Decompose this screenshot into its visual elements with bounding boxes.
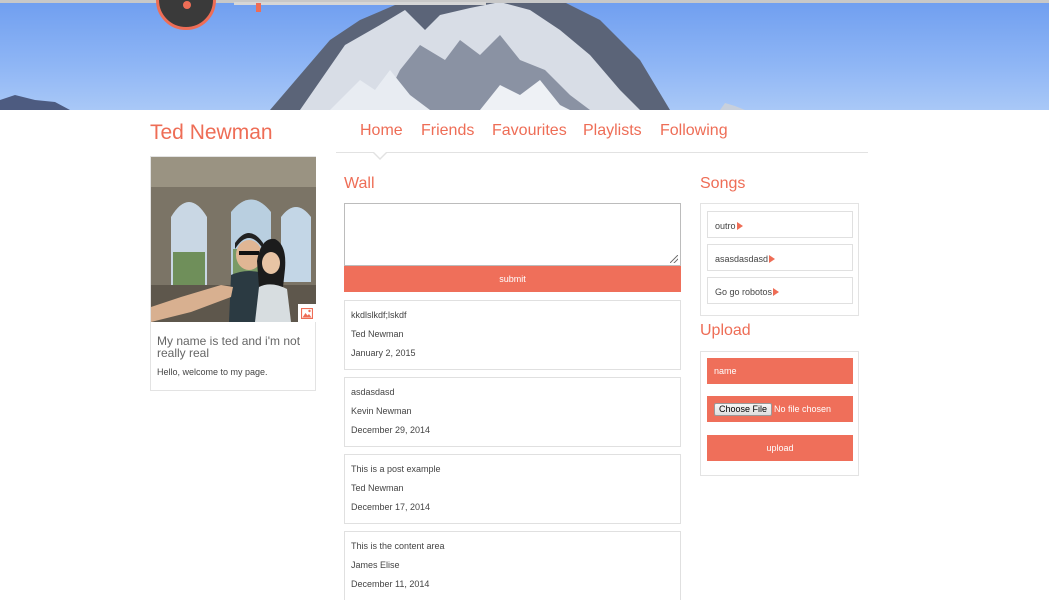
post-date: December 17, 2014 [351, 502, 431, 512]
song-item[interactable]: asasdasdasd [707, 244, 853, 271]
post-author[interactable]: James Elise [351, 560, 400, 570]
post-author[interactable]: Ted Newman [351, 329, 404, 339]
file-picker: Choose File No file chosen [707, 396, 853, 422]
tab-playlists[interactable]: Playlists [583, 122, 642, 140]
main-nav: Home Friends Favourites Playlists Follow… [336, 121, 868, 153]
wall-post: asdasdasd Kevin Newman December 29, 2014 [344, 377, 681, 447]
image-icon[interactable] [298, 304, 316, 322]
post-content: kkdlslkdf;lskdf [351, 310, 407, 320]
profile-photo [151, 157, 316, 322]
resize-grip-icon[interactable] [670, 255, 678, 263]
post-content: This is the content area [351, 541, 445, 551]
upload-form: Choose File No file chosen upload [700, 351, 859, 476]
tab-friends[interactable]: Friends [421, 122, 474, 140]
play-icon[interactable] [736, 221, 743, 230]
post-content: This is a post example [351, 464, 441, 474]
post-author[interactable]: Kevin Newman [351, 406, 412, 416]
post-content: asdasdasd [351, 387, 395, 397]
tab-home[interactable]: Home [360, 122, 403, 140]
wall-post: kkdlslkdf;lskdf Ted Newman January 2, 20… [344, 300, 681, 370]
song-title: asasdasdasd [715, 254, 769, 264]
post-date: December 11, 2014 [351, 579, 430, 589]
post-author[interactable]: Ted Newman [351, 483, 404, 493]
progress-handle[interactable] [256, 3, 261, 12]
progress-track[interactable] [234, 2, 486, 5]
wall-title: Wall [344, 175, 375, 192]
song-title: outro [715, 221, 736, 231]
mountain-banner-image [0, 0, 745, 110]
wall-post: This is a post example Ted Newman Decemb… [344, 454, 681, 524]
upload-button[interactable]: upload [707, 435, 853, 461]
post-date: January 2, 2015 [351, 348, 416, 358]
tab-following[interactable]: Following [660, 122, 728, 140]
tab-favourites[interactable]: Favourites [492, 122, 567, 140]
song-title: Go go robotos [715, 287, 773, 297]
play-icon[interactable] [769, 254, 776, 263]
post-date: December 29, 2014 [351, 425, 431, 435]
song-name-input[interactable] [707, 358, 853, 384]
song-item[interactable]: outro [707, 211, 853, 238]
song-item[interactable]: Go go robotos [707, 277, 853, 304]
choose-file-button[interactable]: Choose File [714, 403, 773, 416]
play-icon[interactable] [773, 287, 780, 296]
wall-post-input[interactable] [344, 203, 681, 266]
file-status: No file chosen [774, 404, 832, 414]
profile-card: My name is ted and i'm not really real H… [150, 156, 316, 391]
active-tab-indicator [372, 151, 388, 160]
upload-title: Upload [700, 322, 751, 339]
wall-post: This is the content area James Elise Dec… [344, 531, 681, 600]
header-banner [0, 0, 1049, 110]
songs-list: outro asasdasdasd Go go robotos [700, 203, 859, 316]
songs-title: Songs [700, 175, 746, 192]
profile-name: Ted Newman [150, 121, 273, 144]
submit-button[interactable]: submit [344, 266, 681, 292]
profile-welcome: Hello, welcome to my page. [157, 367, 268, 377]
song-name-field [707, 358, 853, 384]
profile-bio: My name is ted and i'm not really real [157, 334, 301, 360]
